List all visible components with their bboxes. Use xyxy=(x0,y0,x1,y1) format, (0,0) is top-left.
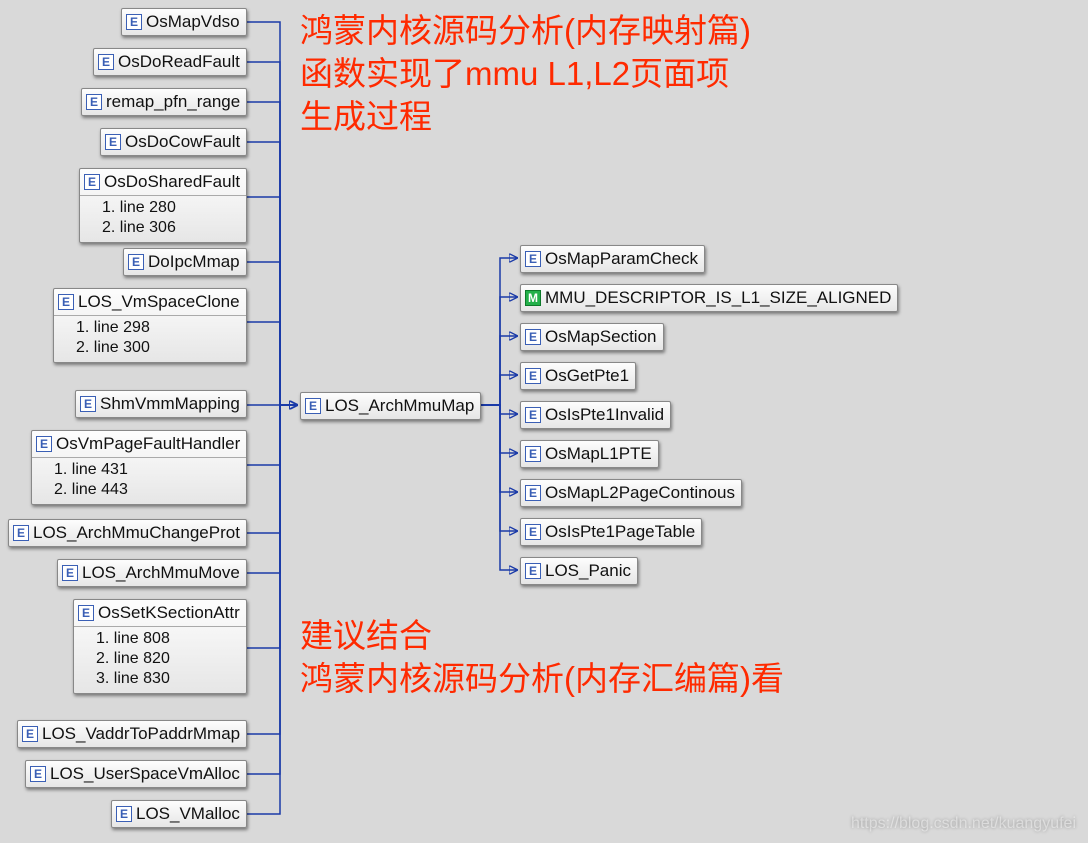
caller-node[interactable]: EOsDoCowFault xyxy=(100,128,247,156)
callee-node-label: OsMapSection xyxy=(545,327,657,347)
caller-node-lines: 1. line 2982. line 300 xyxy=(54,316,246,362)
function-icon: E xyxy=(305,398,321,414)
callee-node-label: OsIsPte1PageTable xyxy=(545,522,695,542)
caller-node-label: OsSetKSectionAttr xyxy=(98,603,240,623)
caller-node-label: DoIpcMmap xyxy=(148,252,240,272)
function-icon: E xyxy=(116,806,132,822)
function-icon: E xyxy=(525,368,541,384)
caller-node-label: LOS_VMalloc xyxy=(136,804,240,824)
caller-node[interactable]: EOsVmPageFaultHandler 1. line 4312. line … xyxy=(31,430,247,505)
caller-node[interactable]: EDoIpcMmap xyxy=(123,248,247,276)
function-icon: E xyxy=(22,726,38,742)
caller-node-label: LOS_VaddrToPaddrMmap xyxy=(42,724,240,744)
caller-node[interactable]: Eremap_pfn_range xyxy=(81,88,247,116)
caller-node[interactable]: EOsMapVdso xyxy=(121,8,247,36)
callee-node[interactable]: MMMU_DESCRIPTOR_IS_L1_SIZE_ALIGNED xyxy=(520,284,898,312)
caller-node[interactable]: ELOS_UserSpaceVmAlloc xyxy=(25,760,247,788)
function-icon: E xyxy=(525,407,541,423)
callee-node[interactable]: EOsMapParamCheck xyxy=(520,245,705,273)
function-icon: E xyxy=(86,94,102,110)
caller-node[interactable]: EOsSetKSectionAttr 1. line 8082. line 820… xyxy=(73,599,247,694)
center-node[interactable]: E LOS_ArchMmuMap xyxy=(300,392,481,420)
caller-node-label: LOS_VmSpaceClone xyxy=(78,292,240,312)
callee-node-label: OsMapL1PTE xyxy=(545,444,652,464)
caller-node[interactable]: ELOS_VMalloc xyxy=(111,800,247,828)
callee-node[interactable]: EOsMapL1PTE xyxy=(520,440,659,468)
callee-node-label: LOS_Panic xyxy=(545,561,631,581)
callee-node-label: OsGetPte1 xyxy=(545,366,629,386)
callee-node[interactable]: EOsMapL2PageContinous xyxy=(520,479,742,507)
caller-node-label: OsDoCowFault xyxy=(125,132,240,152)
function-icon: E xyxy=(36,436,52,452)
callee-node-label: OsMapParamCheck xyxy=(545,249,698,269)
callee-node[interactable]: EOsIsPte1PageTable xyxy=(520,518,702,546)
caller-node[interactable]: ELOS_ArchMmuChangeProt xyxy=(8,519,247,547)
caller-node-label: OsDoReadFault xyxy=(118,52,240,72)
function-icon: E xyxy=(84,174,100,190)
annotation-bottom: 建议结合 鸿蒙内核源码分析(内存汇编篇)看 xyxy=(300,615,784,701)
caller-node[interactable]: EOsDoSharedFault 1. line 2802. line 306 xyxy=(79,168,247,243)
caller-node-label: LOS_ArchMmuChangeProt xyxy=(33,523,240,543)
watermark: https://blog.csdn.net/kuangyufei xyxy=(851,815,1076,833)
annotation-top: 鸿蒙内核源码分析(内存映射篇) 函数实现了mmu L1,L2页面项 生成过程 xyxy=(300,10,751,139)
function-icon: E xyxy=(128,254,144,270)
function-icon: E xyxy=(525,563,541,579)
function-icon: E xyxy=(105,134,121,150)
caller-node-label: OsDoSharedFault xyxy=(104,172,240,192)
function-icon: E xyxy=(80,396,96,412)
caller-node-lines: 1. line 8082. line 8203. line 830 xyxy=(74,627,246,693)
callee-node-label: OsIsPte1Invalid xyxy=(545,405,664,425)
caller-node[interactable]: ELOS_VmSpaceClone 1. line 2982. line 300 xyxy=(53,288,247,363)
caller-node-lines: 1. line 2802. line 306 xyxy=(80,196,246,242)
caller-node-label: ShmVmmMapping xyxy=(100,394,240,414)
function-icon: E xyxy=(62,565,78,581)
function-icon: E xyxy=(525,485,541,501)
callee-node-label: MMU_DESCRIPTOR_IS_L1_SIZE_ALIGNED xyxy=(545,288,891,308)
callee-node[interactable]: EOsMapSection xyxy=(520,323,664,351)
function-icon: E xyxy=(525,524,541,540)
function-icon: E xyxy=(98,54,114,70)
function-icon: E xyxy=(525,446,541,462)
caller-node-label: OsVmPageFaultHandler xyxy=(56,434,240,454)
caller-node[interactable]: EOsDoReadFault xyxy=(93,48,247,76)
function-icon: E xyxy=(525,329,541,345)
function-icon: E xyxy=(13,525,29,541)
caller-node-label: remap_pfn_range xyxy=(106,92,240,112)
callee-node[interactable]: ELOS_Panic xyxy=(520,557,638,585)
function-icon: E xyxy=(30,766,46,782)
caller-node[interactable]: ELOS_ArchMmuMove xyxy=(57,559,247,587)
function-icon: E xyxy=(126,14,142,30)
center-node-label: LOS_ArchMmuMap xyxy=(325,396,474,416)
function-icon: E xyxy=(78,605,94,621)
caller-node-label: LOS_ArchMmuMove xyxy=(82,563,240,583)
caller-node[interactable]: ELOS_VaddrToPaddrMmap xyxy=(17,720,247,748)
caller-node[interactable]: EShmVmmMapping xyxy=(75,390,247,418)
caller-node-lines: 1. line 4312. line 443 xyxy=(32,458,246,504)
caller-node-label: LOS_UserSpaceVmAlloc xyxy=(50,764,240,784)
callee-node[interactable]: EOsIsPte1Invalid xyxy=(520,401,671,429)
function-icon: E xyxy=(58,294,74,310)
callee-node[interactable]: EOsGetPte1 xyxy=(520,362,636,390)
macro-icon: M xyxy=(525,290,541,306)
callee-node-label: OsMapL2PageContinous xyxy=(545,483,735,503)
function-icon: E xyxy=(525,251,541,267)
caller-node-label: OsMapVdso xyxy=(146,12,240,32)
